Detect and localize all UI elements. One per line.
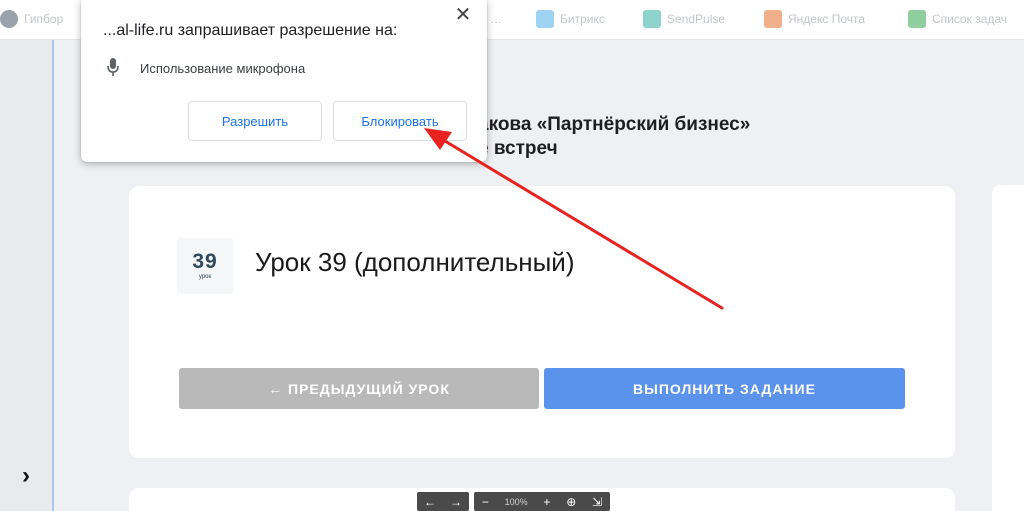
lesson-thumb-number: 39 — [192, 250, 218, 273]
zoom-in-icon[interactable]: + — [543, 495, 550, 509]
bookmark-item[interactable]: … — [490, 8, 502, 30]
yandex-mail-favicon-icon — [764, 10, 782, 28]
zoom-out-icon[interactable]: − — [482, 495, 489, 509]
bookmark-label: … — [490, 12, 502, 26]
lesson-thumbnail: 39 урок — [177, 238, 233, 294]
tasks-favicon-icon — [908, 10, 926, 28]
lesson-thumb-word: урок — [198, 274, 212, 280]
microphone-icon — [107, 58, 119, 76]
bookmark-item[interactable]: Яндекс Почта — [764, 8, 865, 30]
course-title: акова «Партнёрский бизнес» — [478, 114, 751, 135]
bookmark-label: SendPulse — [667, 12, 726, 26]
bookmark-item[interactable]: Список задач — [908, 8, 1007, 30]
popup-title: ...al-life.ru запрашивает разрешение на: — [103, 22, 398, 39]
permission-label: Использование микрофона — [140, 61, 306, 76]
lesson-card: 39 урок Урок 39 (дополнительный) ← ПРЕДЫ… — [129, 186, 955, 458]
bookmark-label: Битрикс — [560, 12, 605, 26]
lesson-title: Урок 39 (дополнительный) — [255, 247, 575, 277]
expand-icon[interactable]: ⇲ — [592, 495, 602, 509]
bookmark-item[interactable]: Битрикс — [536, 8, 605, 30]
course-subtitle: е встреч — [478, 138, 558, 159]
bookmark-item[interactable]: Гипбор — [0, 8, 63, 30]
viewer-zoom-bar: − 100% + ⊕ ⇲ — [474, 492, 610, 511]
allow-button[interactable]: Разрешить — [188, 101, 322, 141]
viewer-nav-bar: ← → — [417, 492, 469, 511]
permission-popup: ✕ ...al-life.ru запрашивает разрешение н… — [81, 0, 487, 162]
complete-task-button[interactable]: ВЫПОЛНИТЬ ЗАДАНИЕ — [544, 368, 905, 409]
left-sidebar: › — [0, 40, 54, 511]
previous-lesson-button[interactable]: ← ПРЕДЫДУЩИЙ УРОК — [179, 368, 539, 409]
bookmark-label: Список задач — [932, 12, 1008, 26]
block-button[interactable]: Блокировать — [333, 101, 467, 141]
chevron-right-icon[interactable]: › — [16, 464, 36, 488]
bookmark-favicon-icon — [0, 10, 18, 28]
arrow-right-icon[interactable]: → — [450, 495, 462, 509]
bookmark-label: Яндекс Почта — [788, 12, 866, 26]
zoom-level: 100% — [504, 496, 528, 507]
bookmark-item[interactable]: SendPulse — [643, 8, 725, 30]
close-icon[interactable]: ✕ — [453, 5, 473, 25]
sendpulse-favicon-icon — [643, 10, 661, 28]
right-panel — [992, 185, 1024, 511]
arrow-left-icon[interactable]: ← — [424, 495, 436, 509]
bookmark-label: Гипбор — [24, 12, 64, 26]
bitrix-favicon-icon — [536, 10, 554, 28]
zoom-fit-icon[interactable]: ⊕ — [566, 495, 576, 509]
